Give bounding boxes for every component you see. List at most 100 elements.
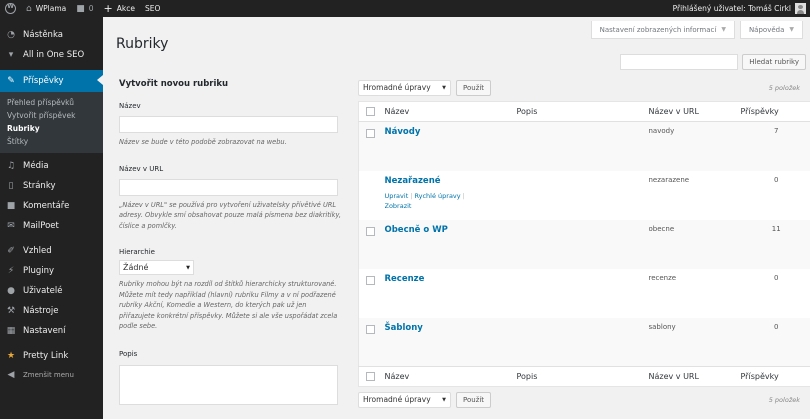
- bulk-actions-select[interactable]: Hromadné úpravy ▼: [358, 391, 451, 408]
- submenu-item-categories[interactable]: Rubriky: [0, 122, 103, 135]
- table-row: Návody navody 7: [358, 121, 810, 171]
- slug-label: Název v URL: [119, 164, 164, 173]
- pin-icon: ✎: [7, 76, 15, 86]
- category-posts-count[interactable]: 7: [741, 122, 810, 171]
- bulk-actions-label: Hromadné úpravy: [363, 83, 431, 92]
- screen-meta-tabs: Nastavení zobrazených informací ▼ Nápověd…: [590, 21, 803, 39]
- menu-item-mailpoet[interactable]: ✉ MailPoet: [0, 216, 103, 236]
- menu-item-pages[interactable]: ▯ Stránky: [0, 176, 103, 196]
- column-posts-header[interactable]: Příspěvky: [740, 101, 810, 122]
- appearance-icon: ✐: [7, 246, 15, 256]
- select-all-checkbox[interactable]: [366, 107, 375, 116]
- menu-item-plugins[interactable]: ⚡ Pluginy: [0, 261, 103, 281]
- wp-logo-menu[interactable]: [0, 0, 21, 17]
- menu-item-users[interactable]: ● Uživatelé: [0, 281, 103, 301]
- menu-item-all-in-one-seo[interactable]: ▾ All in One SEO: [0, 45, 103, 65]
- submenu-item-new-post[interactable]: Vytvořit příspěvek: [0, 109, 103, 122]
- caret-down-icon: ▼: [186, 264, 190, 271]
- help-label: Nápověda: [748, 25, 785, 34]
- category-name-link[interactable]: Nezařazené: [385, 176, 441, 186]
- column-description-header[interactable]: Popis: [516, 101, 649, 122]
- menu-label: Zmenšit menu: [23, 371, 74, 379]
- quick-edit-link[interactable]: Rychlé úpravy: [414, 192, 460, 200]
- comment-bubble-icon: ■: [76, 3, 85, 14]
- bulk-actions-select[interactable]: Hromadné úpravy ▼: [358, 79, 451, 96]
- name-field-group: Název Název se bude v této podobě zobraz…: [119, 102, 341, 148]
- star-icon: ★: [6, 351, 16, 361]
- edit-link[interactable]: Upravit: [385, 192, 409, 200]
- slug-input[interactable]: [119, 178, 338, 196]
- column-name-header[interactable]: Název: [384, 101, 517, 122]
- name-input[interactable]: [119, 116, 338, 133]
- site-name-menu[interactable]: ⌂ WPlama: [21, 0, 71, 17]
- category-posts-count[interactable]: 0: [741, 171, 810, 220]
- bulk-actions-label: Hromadné úpravy: [363, 395, 431, 404]
- my-account-menu[interactable]: Přihlášený uživatel: Tomáš Cirkl: [668, 0, 810, 17]
- row-checkbox[interactable]: [366, 129, 375, 138]
- submenu-item-all-posts[interactable]: Přehled příspěvků: [0, 96, 103, 109]
- new-content-menu[interactable]: + Akce: [99, 0, 140, 17]
- seo-menu[interactable]: SEO: [140, 0, 165, 17]
- menu-label: All in One SEO: [23, 50, 85, 60]
- parent-select[interactable]: Žádné ▼: [119, 260, 194, 275]
- tablenav-top: Hromadné úpravy ▼ Použít 5 položek: [358, 79, 810, 96]
- menu-label: Uživatelé: [23, 286, 63, 296]
- view-link[interactable]: Zobrazit: [385, 202, 412, 210]
- category-posts-count[interactable]: 0: [741, 318, 810, 367]
- users-icon: ●: [7, 286, 15, 296]
- category-name-link[interactable]: Recenze: [385, 274, 425, 284]
- menu-label: Vzhled: [23, 246, 52, 256]
- column-description-footer[interactable]: Popis: [516, 366, 649, 387]
- screen-options-tab[interactable]: Nastavení zobrazených informací ▼: [590, 21, 735, 39]
- slug-description: „Název v URL" se používá pro vytvoření u…: [119, 200, 341, 230]
- category-description: [517, 269, 649, 318]
- select-all-checkbox[interactable]: [366, 372, 375, 381]
- row-actions: Upravit | Rychlé úpravy | Zobrazit: [385, 191, 517, 211]
- main-content: Nastavení zobrazených informací ▼ Nápověd…: [103, 17, 810, 419]
- search-button[interactable]: Hledat rubriky: [742, 54, 806, 70]
- action-separator: |: [462, 191, 465, 200]
- add-category-form: Vytvořit novou rubriku Název Název se bu…: [119, 79, 341, 413]
- category-posts-count[interactable]: 0: [741, 269, 810, 318]
- menu-item-comments[interactable]: ■ Komentáře: [0, 196, 103, 216]
- menu-item-appearance[interactable]: ✐ Vzhled: [0, 241, 103, 261]
- menu-item-media[interactable]: ♫ Média: [0, 156, 103, 176]
- categories-table: Název Popis Název v URL Příspěvky Návody…: [358, 101, 810, 387]
- column-posts-footer[interactable]: Příspěvky: [740, 366, 810, 387]
- help-tab[interactable]: Nápověda ▼: [739, 21, 803, 39]
- submenu-item-tags[interactable]: Štítky: [0, 135, 103, 148]
- comments-count: 0: [88, 4, 94, 13]
- menu-item-posts[interactable]: ✎ Příspěvky: [0, 70, 103, 92]
- row-checkbox[interactable]: [366, 324, 375, 334]
- category-name-link[interactable]: Šablony: [385, 323, 423, 333]
- chevron-down-icon: ▼: [721, 26, 726, 33]
- plugins-icon: ⚡: [7, 266, 15, 276]
- row-checkbox[interactable]: [366, 226, 375, 236]
- row-checkbox[interactable]: [366, 275, 375, 285]
- column-slug-footer[interactable]: Název v URL: [648, 366, 741, 387]
- category-name-link[interactable]: Návody: [385, 127, 421, 137]
- apply-button[interactable]: Použít: [456, 79, 492, 96]
- description-textarea[interactable]: [119, 364, 338, 405]
- menu-item-pretty-link[interactable]: ★ Pretty Link: [0, 346, 103, 366]
- posts-submenu: Přehled příspěvků Vytvořit příspěvek Rub…: [0, 92, 103, 153]
- description-field-group: Popis: [119, 350, 341, 405]
- apply-button[interactable]: Použít: [456, 391, 492, 408]
- collapse-menu-button[interactable]: ◀ Zmenšit menu: [0, 366, 103, 384]
- category-name-link[interactable]: Obecně o WP: [385, 225, 448, 235]
- menu-label: Média: [23, 161, 49, 171]
- category-slug: obecne: [648, 224, 675, 233]
- search-input[interactable]: [620, 54, 739, 70]
- parent-label: Hierarchie: [119, 248, 155, 256]
- menu-item-tools[interactable]: ⚒ Nástroje: [0, 301, 103, 321]
- column-name-footer[interactable]: Název: [384, 366, 517, 387]
- comments-menu[interactable]: ■ 0: [71, 0, 98, 17]
- category-posts-count[interactable]: 11: [741, 220, 810, 269]
- avatar: [795, 3, 806, 14]
- tablenav-bottom: Hromadné úpravy ▼ Použít 5 položek: [358, 391, 810, 408]
- menu-item-settings[interactable]: ▦ Nastavení: [0, 321, 103, 341]
- media-icon: ♫: [6, 161, 16, 171]
- column-slug-header[interactable]: Název v URL: [648, 101, 741, 122]
- menu-item-dashboard[interactable]: ◔ Nástěnka: [0, 25, 103, 45]
- screen-options-label: Nastavení zobrazených informací: [599, 25, 717, 34]
